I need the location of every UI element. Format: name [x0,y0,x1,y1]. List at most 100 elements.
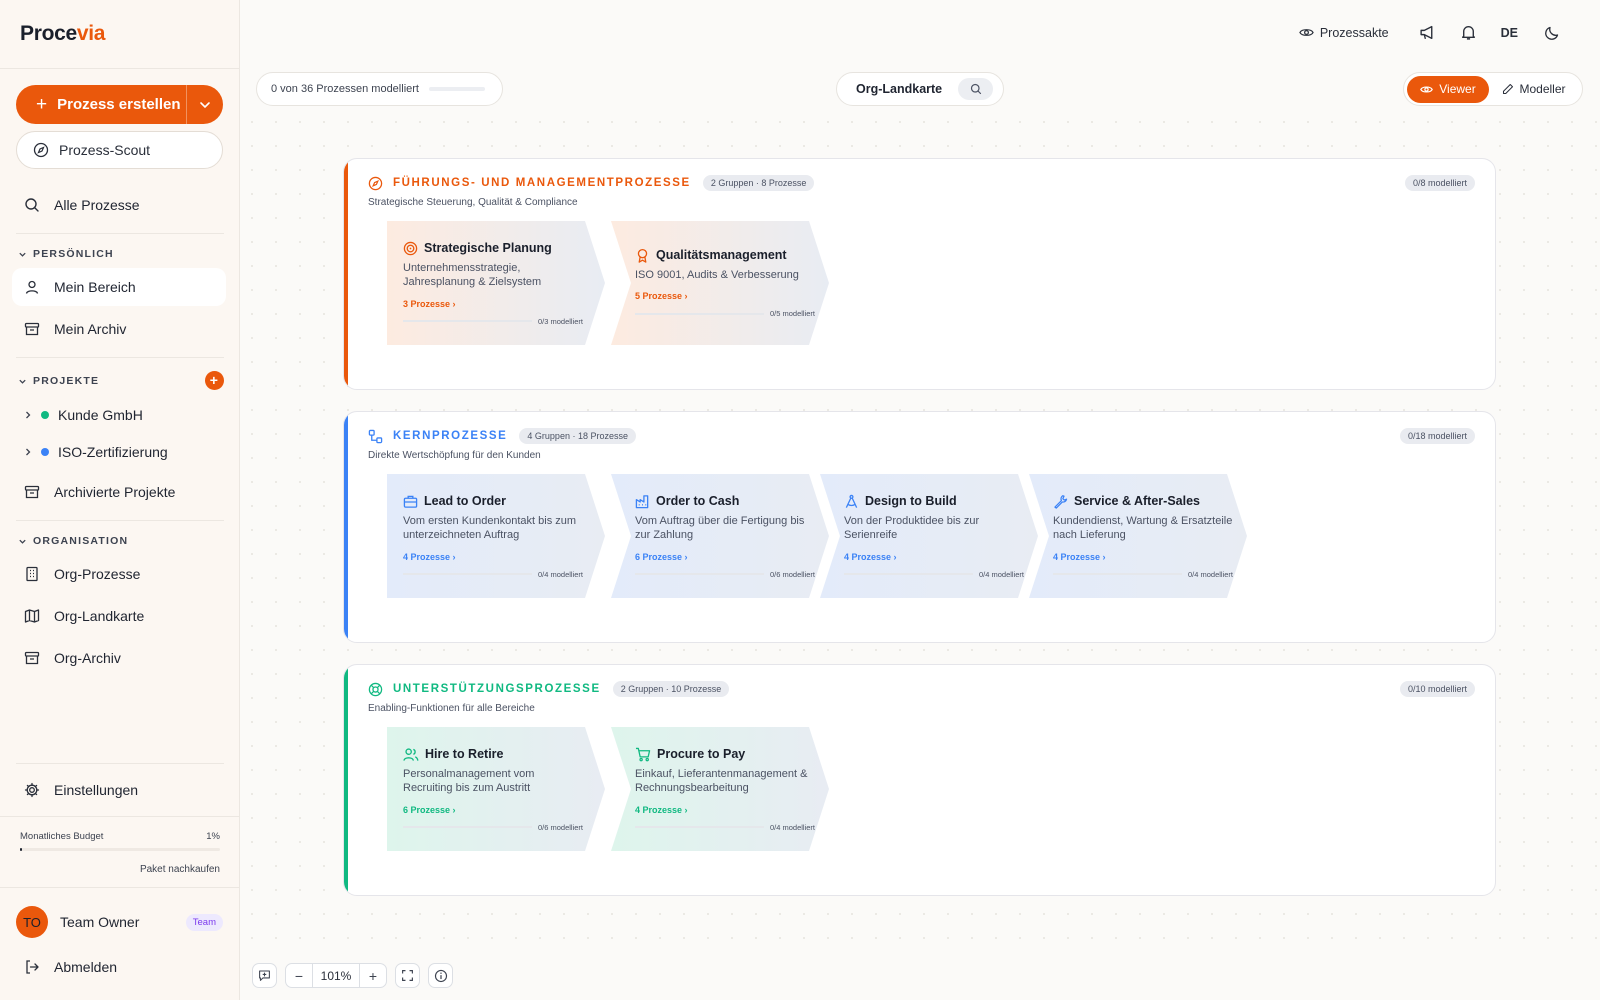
comment-button[interactable] [252,963,277,988]
process-card-strategic-planning[interactable]: Strategische Planung Unternehmensstrateg… [387,221,605,345]
section-title: UNTERSTÜTZUNGSPROZESSE [393,683,601,695]
chevron-right-icon [26,448,31,456]
process-file-label: Prozessakte [1319,25,1389,40]
card-description: Vom ersten Kundenkontakt bis zum unterze… [403,514,577,542]
buy-package-link[interactable]: Paket nachkaufen [20,864,220,875]
info-button[interactable] [428,963,453,988]
zoom-in-button[interactable]: + [360,964,386,987]
process-card-hire-to-retire[interactable]: Hire to Retire Personalmanagement vom Re… [387,727,605,851]
card-content: Lead to Order Vom ersten Kundenkontakt b… [403,474,583,598]
process-card-quality-management[interactable]: Qualitätsmanagement ISO 9001, Audits & V… [611,221,829,345]
project-color-dot [41,448,49,456]
language-switch[interactable]: DE [1501,26,1518,40]
nav-all-processes[interactable]: Alle Prozesse [12,186,226,224]
process-card-design-to-build[interactable]: Design to Build Von der Produktidee bis … [820,474,1038,598]
zoom-out-button[interactable]: − [286,964,312,987]
card-progress: 0/6 modelliert [635,570,815,579]
nav-label: Org-Archiv [54,650,121,666]
search-icon [970,83,981,95]
nav-my-area[interactable]: Mein Bereich [12,268,226,306]
create-process-button[interactable]: + Prozess erstellen [16,85,223,124]
section-label: PERSÖNLICH [33,248,114,260]
megaphone-icon [1420,25,1433,40]
card-progress: 0/6 modelliert [403,823,583,832]
nav-label: Mein Archiv [54,321,127,337]
card-progress-bar [403,573,532,575]
target-icon [403,241,418,255]
section-subtitle: Enabling-Funktionen für alle Bereiche [368,703,535,714]
user-profile[interactable]: TO Team Owner Team [16,906,223,938]
card-progress-label: 0/3 modelliert [537,316,583,326]
process-card-order-to-cash[interactable]: Order to Cash Vom Auftrag über die Ferti… [611,474,829,598]
announcement-button[interactable] [1419,24,1436,41]
card-title: Procure to Pay [657,747,746,761]
fit-to-screen-button[interactable] [395,963,420,988]
archive-icon [24,485,40,499]
card-progress-label: 0/4 modelliert [537,569,583,579]
nav-org-processes[interactable]: Org-Prozesse [12,555,226,593]
card-title: Service & After-Sales [1074,494,1200,508]
eye-icon [1299,29,1314,36]
section-org-header[interactable]: ORGANISATION [18,535,224,547]
notifications-button[interactable] [1460,24,1477,41]
team-badge: Team [185,913,223,931]
add-project-button[interactable]: + [205,371,224,390]
compass-icon [368,176,383,190]
card-content: Hire to Retire Personalmanagement vom Re… [403,727,583,851]
project-item-kunde-gmbh[interactable]: Kunde GmbH [24,400,143,430]
card-processes-link[interactable]: 3 Prozesse › [403,299,583,309]
process-scout-button[interactable]: Prozess-Scout [16,131,223,169]
theme-toggle[interactable] [1544,25,1560,41]
viewer-mode-button[interactable]: Viewer [1407,75,1489,103]
modeller-mode-button[interactable]: Modeller [1489,76,1579,103]
canvas-toolbar: − 101% + [252,963,461,988]
nav-org-archive[interactable]: Org-Archiv [12,639,226,677]
viewer-label: Viewer [1439,82,1476,96]
budget-bar [20,848,220,851]
card-progress-label: 0/4 modelliert [1187,569,1233,579]
chevron-down-icon [19,379,26,384]
modelled-progress-text: 0 von 36 Prozessen modelliert [271,83,419,95]
section-label: ORGANISATION [33,535,129,547]
nav-label: Archivierte Projekte [54,484,176,500]
card-progress: 0/4 modelliert [1053,570,1233,579]
card-processes-link[interactable]: 4 Prozesse › [403,552,583,562]
process-card-procure-to-pay[interactable]: Procure to Pay Einkauf, Lieferantenmanag… [611,727,829,851]
card-processes-link[interactable]: 6 Prozesse › [403,805,583,815]
process-card-lead-to-order[interactable]: Lead to Order Vom ersten Kundenkontakt b… [387,474,605,598]
app-logo[interactable]: Procevia [20,22,105,46]
card-processes-link[interactable]: 5 Prozesse › [635,291,815,301]
card-processes-link[interactable]: 4 Prozesse › [635,805,815,815]
section-title: KERNPROZESSE [393,430,508,442]
nav-my-archive[interactable]: Mein Archiv [12,310,226,348]
section-title: FÜHRUNGS- UND MANAGEMENTPROZESSE [393,177,691,189]
card-content: Service & After-Sales Kundendienst, Wart… [1053,474,1233,598]
card-progress-label: 0/5 modelliert [769,309,815,319]
budget-widget: Monatliches Budget 1% Paket nachkaufen [20,831,220,875]
user-name: Team Owner [60,914,140,930]
nav-label: Mein Bereich [54,279,136,295]
bell-icon [1461,26,1475,40]
section-projects-header[interactable]: PROJEKTE + [18,371,224,390]
nav-archived-projects[interactable]: Archivierte Projekte [12,473,226,511]
logout-button[interactable]: Abmelden [12,948,226,986]
card-description: Unternehmensstrategie, Jahresplanung & Z… [403,261,542,289]
create-process-main[interactable]: + Prozess erstellen [16,85,186,124]
card-processes-link[interactable]: 6 Prozesse › [635,552,815,562]
map-search-button[interactable] [958,78,994,100]
card-progress-bar [635,312,764,315]
search-icon [25,198,39,212]
section-title-row: UNTERSTÜTZUNGSPROZESSE 2 Gruppen · 10 Pr… [368,681,730,697]
section-management: FÜHRUNGS- UND MANAGEMENTPROZESSE 2 Grupp… [343,158,1496,390]
section-chip: 4 Gruppen · 18 Prozesse [519,428,636,444]
section-personal-header[interactable]: PERSÖNLICH [18,248,224,260]
nav-org-map[interactable]: Org-Landkarte [12,597,226,635]
card-processes-link[interactable]: 4 Prozesse › [844,552,1024,562]
project-item-iso[interactable]: ISO-Zertifizierung [24,437,168,467]
section-accent-stripe [344,159,348,389]
process-card-service-after-sales[interactable]: Service & After-Sales Kundendienst, Wart… [1029,474,1247,598]
create-process-dropdown[interactable] [187,85,223,124]
nav-settings[interactable]: Einstellungen [12,771,226,809]
process-file-button[interactable]: Prozessakte [1299,25,1389,40]
card-processes-link[interactable]: 4 Prozesse › [1053,552,1233,562]
